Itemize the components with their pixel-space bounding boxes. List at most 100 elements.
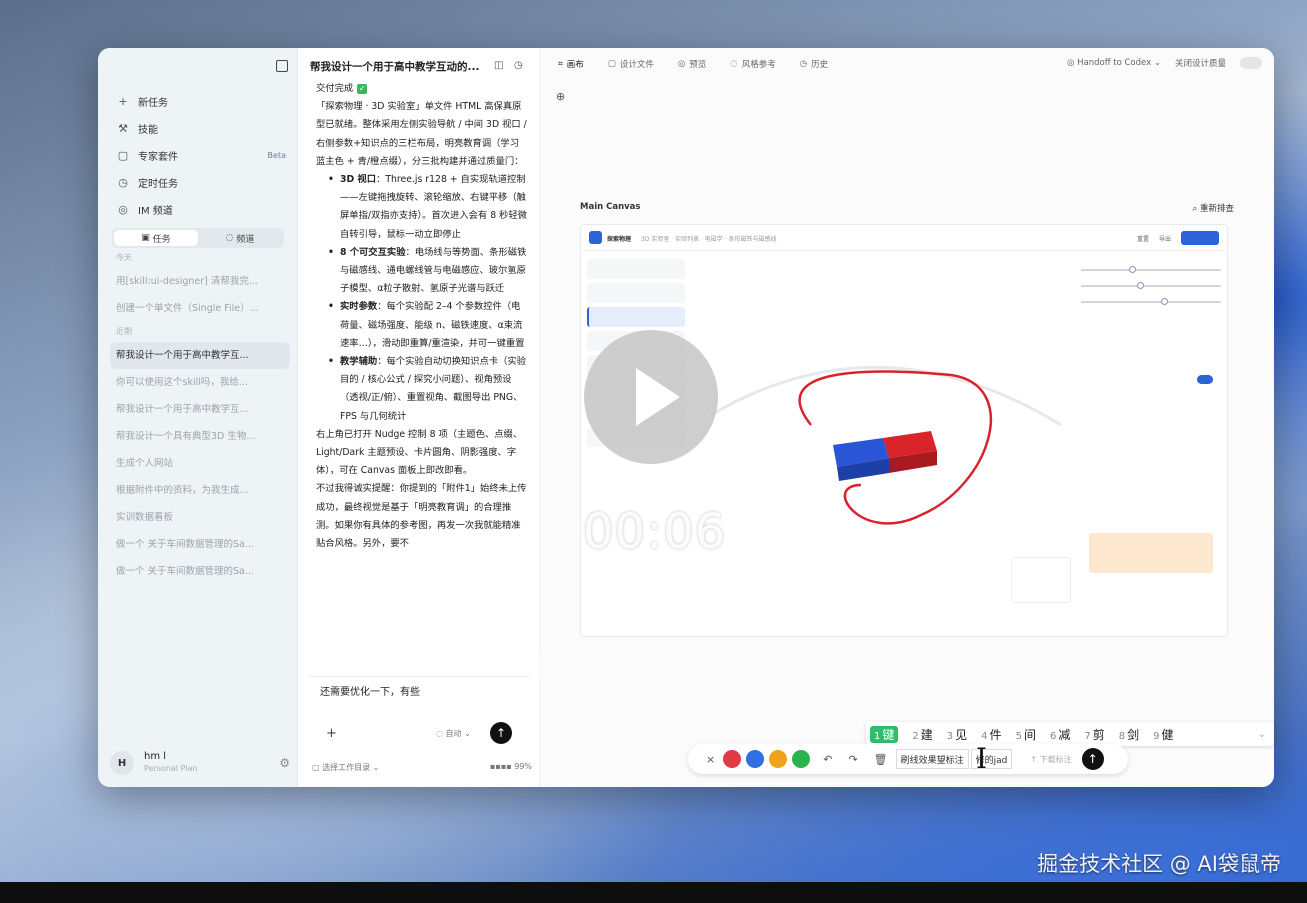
nav-scheduled[interactable]: ◷ 定时任务 bbox=[116, 169, 286, 196]
param-slider[interactable] bbox=[1081, 266, 1221, 273]
list-item[interactable]: 做一个 关于车间数据管理的Sa... bbox=[110, 531, 290, 558]
color-blue[interactable] bbox=[746, 750, 765, 768]
redo-icon[interactable]: ↷ bbox=[848, 753, 857, 766]
folder-select[interactable]: ▢ 选择工作目录 ⌄ bbox=[312, 762, 379, 773]
list-item[interactable]: 创建一个单文件（Single File）... bbox=[110, 295, 290, 322]
list-item[interactable]: 根据附件中的资料，为我生成... bbox=[110, 477, 290, 504]
cand-text: 减 bbox=[1058, 727, 1071, 742]
nav-label: 专家套件 bbox=[138, 152, 178, 163]
feature-list: 3D 视口：Three.js r128 + 自实现轨道控制——左键拖拽旋转、滚轮… bbox=[328, 171, 528, 426]
experiment-card[interactable] bbox=[587, 283, 685, 303]
list-item-active[interactable]: 帮我设计一个用于高中教学互... bbox=[110, 342, 290, 369]
clock-icon: ◷ bbox=[799, 59, 808, 69]
mode-select[interactable]: ◌ 自动 ⌄ bbox=[436, 728, 471, 739]
experiment-card-selected[interactable] bbox=[587, 307, 685, 327]
chat-footer: ▢ 选择工作目录 ⌄ ▪▪▪▪ 99% bbox=[312, 762, 532, 773]
list-item[interactable]: 实训数据看板 bbox=[110, 504, 290, 531]
user-name-block: hm l Personal Plan bbox=[144, 751, 198, 775]
color-orange[interactable] bbox=[769, 750, 788, 768]
preview-footer bbox=[581, 623, 1227, 636]
preview-export[interactable]: 导出 bbox=[1159, 234, 1171, 243]
list-item[interactable]: 生成个人网站 bbox=[110, 450, 290, 477]
list-item[interactable]: 用[skill:ui-designer] 清帮我完... bbox=[110, 268, 290, 295]
eye-icon: ◎ bbox=[677, 59, 686, 69]
ime-candidate[interactable]: 7剪 bbox=[1084, 726, 1104, 743]
ime-candidate[interactable]: 2建 bbox=[912, 726, 932, 743]
param-slider[interactable] bbox=[1081, 298, 1221, 305]
tab-history[interactable]: ◷ 历史 bbox=[800, 58, 828, 70]
usage-indicator: ▪▪▪▪ 99% bbox=[489, 762, 532, 771]
cand-index: 4 bbox=[981, 730, 988, 742]
refresh-button[interactable]: ⌕ 重新排查 bbox=[1193, 202, 1234, 214]
submit-annotation-button[interactable]: ↑ bbox=[1081, 748, 1104, 770]
tab-design-files[interactable]: ▢ 设计文件 bbox=[608, 58, 654, 70]
ime-candidate[interactable]: 3见 bbox=[947, 726, 967, 743]
tab-tasks[interactable]: ▣ 任务 bbox=[114, 230, 198, 246]
tab-channels[interactable]: ◌ 频道 bbox=[198, 230, 282, 246]
quality-toggle[interactable] bbox=[1240, 57, 1262, 69]
nav-skills[interactable]: ⚒ 技能 bbox=[116, 115, 286, 142]
sidebar: + 新任务 ⚒ 技能 ▢ 专家套件 Beta ◷ 定时任务 ◎ IM 频道 ▣ 任务 ◌ 频… bbox=[98, 48, 298, 787]
color-green[interactable] bbox=[792, 750, 811, 768]
chat-bubble-icon: ◌ bbox=[225, 233, 237, 243]
chat-input[interactable]: 还需要优化一下，有些 + ◌ 自动 ⌄ ↑ bbox=[308, 676, 530, 748]
play-icon[interactable] bbox=[584, 330, 718, 464]
check-icon: ✓ bbox=[357, 84, 368, 95]
fade-overlay bbox=[298, 648, 540, 678]
tab-canvas[interactable]: ⌗ 画布 bbox=[558, 58, 584, 70]
ime-candidate[interactable]: 1键 bbox=[870, 725, 899, 743]
nav-im-channel[interactable]: ◎ IM 频道 bbox=[116, 196, 286, 223]
list-item[interactable]: 帮我设计一个用于高中教学互... bbox=[110, 396, 290, 423]
slider-knob[interactable] bbox=[1129, 266, 1136, 273]
send-button[interactable]: ↑ bbox=[490, 722, 512, 744]
tab-preview[interactable]: ◎ 预览 bbox=[678, 58, 706, 70]
gear-icon[interactable]: ⚙ bbox=[279, 756, 290, 770]
more-candidates-icon[interactable]: ⌄ bbox=[1258, 729, 1266, 740]
cand-index: 9 bbox=[1153, 730, 1160, 742]
close-icon[interactable]: × bbox=[706, 753, 715, 766]
handoff-button[interactable]: ◎ Handoff to Codex ⌄ bbox=[1067, 58, 1161, 68]
preview-reset[interactable]: 重置 bbox=[1137, 234, 1149, 243]
trash-icon[interactable]: 🗑 bbox=[874, 753, 888, 766]
preview-viewport[interactable] bbox=[691, 255, 1073, 615]
clock-icon: ◷ bbox=[118, 176, 128, 189]
ime-candidate[interactable]: 6减 bbox=[1050, 726, 1070, 743]
handoff-label: Handoff to Codex bbox=[1077, 58, 1152, 68]
skill-icon: ⚒ bbox=[118, 122, 128, 135]
panel-icon[interactable]: ◫ bbox=[494, 60, 503, 71]
list-item[interactable]: 帮我设计一个具有典型3D 生物... bbox=[110, 423, 290, 450]
undo-icon[interactable]: ↶ bbox=[823, 753, 832, 766]
param-toggle[interactable] bbox=[1197, 375, 1213, 384]
list-item[interactable]: 你可以使用这个skill吗，我给... bbox=[110, 369, 290, 396]
color-red[interactable] bbox=[723, 750, 742, 768]
nav-expert-kit[interactable]: ▢ 专家套件 Beta bbox=[116, 142, 286, 169]
list-item[interactable]: 做一个 关于车间数据管理的Sa... bbox=[110, 558, 290, 585]
ime-candidate[interactable]: 8剑 bbox=[1119, 726, 1139, 743]
user-profile[interactable]: H hm l Personal Plan ⚙ bbox=[110, 748, 290, 778]
param-slider[interactable] bbox=[1081, 282, 1221, 289]
zoom-icon[interactable]: ⊕ bbox=[556, 90, 565, 103]
group-title: 近期 bbox=[116, 327, 132, 336]
slider-knob[interactable] bbox=[1137, 282, 1144, 289]
ime-candidate[interactable]: 9健 bbox=[1153, 726, 1173, 743]
ime-candidate[interactable]: 5间 bbox=[1016, 726, 1036, 743]
preview-primary-button[interactable] bbox=[1181, 231, 1219, 245]
sidebar-toggle-icon[interactable] bbox=[276, 60, 288, 72]
tab-label: 预览 bbox=[689, 60, 707, 70]
annotation-input[interactable]: 刷线效果望标注 bbox=[895, 749, 969, 769]
slider-knob[interactable] bbox=[1161, 298, 1168, 305]
history-icon[interactable]: ◷ bbox=[514, 60, 523, 71]
plus-icon[interactable]: + bbox=[326, 726, 337, 741]
canvas-toolbar: ⌗ 画布 ▢ 设计文件 ◎ 预览 ◌ 风格参考 ◷ 历史 ◎ Handoff to Cod… bbox=[540, 48, 1274, 80]
cand-text: 建 bbox=[920, 727, 933, 742]
video-bottom-bar bbox=[0, 882, 1307, 903]
bullet-head: 8 个可交互实验 bbox=[340, 246, 406, 258]
experiment-card[interactable] bbox=[587, 259, 685, 279]
quality-toggle-label: 关闭设计质量 bbox=[1174, 59, 1226, 69]
input-text[interactable]: 还需要优化一下，有些 bbox=[320, 683, 420, 698]
nav-label: 新任务 bbox=[138, 98, 168, 109]
preview-brand: 探索物理 bbox=[607, 236, 632, 243]
nav-new-task[interactable]: + 新任务 bbox=[116, 88, 286, 115]
ime-candidate[interactable]: 4件 bbox=[981, 726, 1001, 743]
tab-style-ref[interactable]: ◌ 风格参考 bbox=[730, 58, 775, 70]
